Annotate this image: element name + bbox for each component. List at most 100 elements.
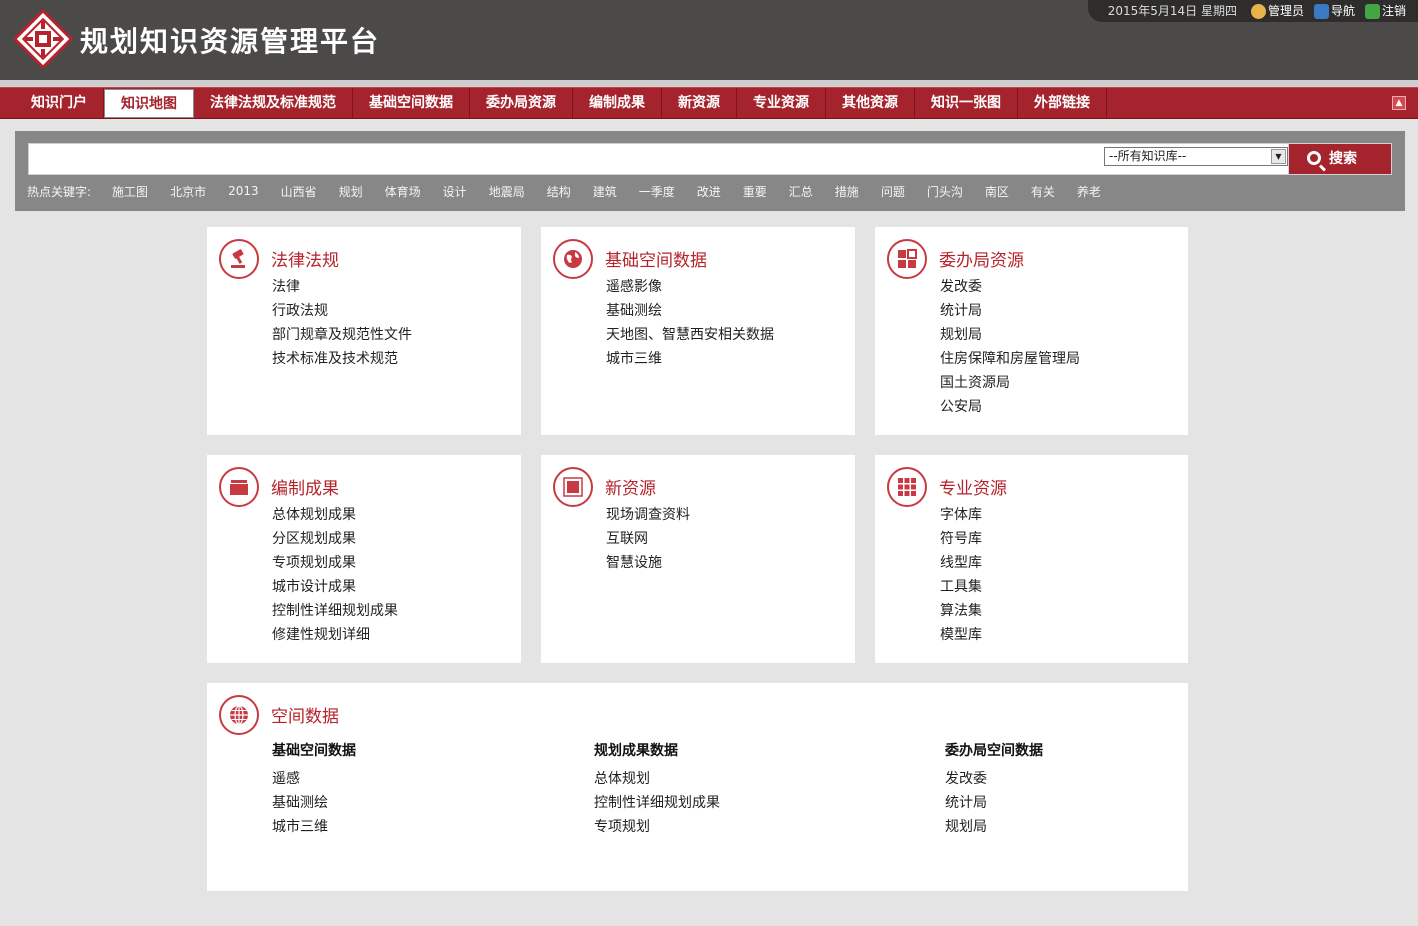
card-link[interactable]: 公安局 xyxy=(940,395,1080,419)
card-bureau-resources: 委办局资源 发改委 统计局 规划局 住房保障和房屋管理局 国土资源局 公安局 xyxy=(875,227,1188,435)
card-link[interactable]: 工具集 xyxy=(940,575,982,599)
nav-tab-base-spatial-data[interactable]: 基础空间数据 xyxy=(353,88,470,119)
user-label: 管理员 xyxy=(1267,4,1304,18)
hot-keyword[interactable]: 建筑 xyxy=(593,183,617,200)
card-link[interactable]: 规划局 xyxy=(945,815,1043,839)
nav-tab-portal[interactable]: 知识门户 xyxy=(15,88,104,119)
card-link[interactable]: 总体规划 xyxy=(594,767,720,791)
card-title[interactable]: 空间数据 xyxy=(271,702,339,727)
card-link[interactable]: 基础测绘 xyxy=(606,299,774,323)
card-link[interactable]: 模型库 xyxy=(940,623,982,647)
nav-tab-bureau-resources[interactable]: 委办局资源 xyxy=(470,88,573,119)
card-link[interactable]: 线型库 xyxy=(940,551,982,575)
hot-keywords: 热点关键字: 施工图 北京市 2013 山西省 规划 体育场 设计 地震局 结构… xyxy=(27,181,1112,201)
hot-keyword[interactable]: 门头沟 xyxy=(927,183,963,200)
card-base-spatial-data: 基础空间数据 遥感影像 基础测绘 天地图、智慧西安相关数据 城市三维 xyxy=(541,227,855,435)
hot-keyword[interactable]: 北京市 xyxy=(170,183,206,200)
hot-keyword[interactable]: 一季度 xyxy=(639,183,675,200)
card-link[interactable]: 智慧设施 xyxy=(606,551,690,575)
card-title[interactable]: 法律法规 xyxy=(271,246,339,271)
card-title[interactable]: 新资源 xyxy=(605,474,656,499)
card-title[interactable]: 委办局资源 xyxy=(939,246,1024,271)
collapse-up-icon[interactable]: ▲ xyxy=(1392,96,1406,110)
hot-keyword[interactable]: 措施 xyxy=(835,183,859,200)
hot-keyword[interactable]: 规划 xyxy=(339,183,363,200)
search-input[interactable] xyxy=(29,144,1089,174)
card-link[interactable]: 控制性详细规划成果 xyxy=(594,791,720,815)
card-link[interactable]: 城市三维 xyxy=(272,815,356,839)
nav-link[interactable]: 导航 xyxy=(1313,0,1355,22)
hot-keyword[interactable]: 山西省 xyxy=(281,183,317,200)
column-heading[interactable]: 基础空间数据 xyxy=(272,739,356,763)
nav-label: 导航 xyxy=(1330,4,1355,18)
card-link[interactable]: 互联网 xyxy=(606,527,690,551)
card-link[interactable]: 专项规划 xyxy=(594,815,720,839)
logout-link[interactable]: 注销 xyxy=(1364,0,1406,22)
hot-keyword[interactable]: 施工图 xyxy=(112,183,148,200)
top-status-bar: 2015年5月14日 星期四 管理员 导航 注销 xyxy=(1087,0,1418,22)
hot-keyword[interactable]: 有关 xyxy=(1031,183,1055,200)
card-link[interactable]: 统计局 xyxy=(945,791,1043,815)
hot-keyword[interactable]: 地震局 xyxy=(489,183,525,200)
card-link[interactable]: 统计局 xyxy=(940,299,1080,323)
logout-label: 注销 xyxy=(1381,4,1406,18)
card-compiled-results: 编制成果 总体规划成果 分区规划成果 专项规划成果 城市设计成果 控制性详细规划… xyxy=(207,455,521,663)
hot-keyword[interactable]: 设计 xyxy=(443,183,467,200)
card-link[interactable]: 发改委 xyxy=(945,767,1043,791)
card-title[interactable]: 编制成果 xyxy=(271,474,339,499)
hot-keyword[interactable]: 汇总 xyxy=(789,183,813,200)
card-link[interactable]: 遥感影像 xyxy=(606,275,774,299)
nav-tab-knowledge-map[interactable]: 知识地图 xyxy=(104,89,194,118)
card-link[interactable]: 遥感 xyxy=(272,767,356,791)
grid-icon xyxy=(887,467,927,507)
nav-tab-compiled-results[interactable]: 编制成果 xyxy=(573,88,662,119)
card-link[interactable]: 算法集 xyxy=(940,599,982,623)
card-link[interactable]: 专项规划成果 xyxy=(272,551,398,575)
folder-icon xyxy=(219,467,259,507)
card-link[interactable]: 现场调查资料 xyxy=(606,503,690,527)
card-link[interactable]: 城市设计成果 xyxy=(272,575,398,599)
card-link[interactable]: 住房保障和房屋管理局 xyxy=(940,347,1080,371)
header: 规划知识资源管理平台 2015年5月14日 星期四 管理员 导航 注销 xyxy=(0,0,1418,80)
card-link[interactable]: 控制性详细规划成果 xyxy=(272,599,398,623)
card-link[interactable]: 部门规章及规范性文件 xyxy=(272,323,412,347)
card-link[interactable]: 天地图、智慧西安相关数据 xyxy=(606,323,774,347)
card-link[interactable]: 行政法规 xyxy=(272,299,412,323)
search-button[interactable]: 搜索 xyxy=(1288,143,1392,175)
knowledge-base-select[interactable]: --所有知识库-- ▼ xyxy=(1104,147,1288,166)
card-link[interactable]: 分区规划成果 xyxy=(272,527,398,551)
nav-tab-new-resources[interactable]: 新资源 xyxy=(662,88,737,119)
card-title[interactable]: 基础空间数据 xyxy=(605,246,707,271)
nav-tab-external-links[interactable]: 外部链接 xyxy=(1018,88,1107,119)
hot-keyword[interactable]: 问题 xyxy=(881,183,905,200)
card-link[interactable]: 字体库 xyxy=(940,503,982,527)
card-link[interactable]: 法律 xyxy=(272,275,412,299)
card-link[interactable]: 基础测绘 xyxy=(272,791,356,815)
card-link[interactable]: 规划局 xyxy=(940,323,1080,347)
nav-tab-laws-standards[interactable]: 法律法规及标准规范 xyxy=(194,88,353,119)
card-link[interactable]: 符号库 xyxy=(940,527,982,551)
user-link[interactable]: 管理员 xyxy=(1250,0,1304,22)
hot-keyword[interactable]: 南区 xyxy=(985,183,1009,200)
nav-tab-knowledge-map-one[interactable]: 知识一张图 xyxy=(915,88,1018,119)
nav-tab-professional-resources[interactable]: 专业资源 xyxy=(737,88,826,119)
card-link[interactable]: 修建性规划详细 xyxy=(272,623,398,647)
card-link[interactable]: 国土资源局 xyxy=(940,371,1080,395)
nav-tab-other-resources[interactable]: 其他资源 xyxy=(826,88,915,119)
card-professional-resources: 专业资源 字体库 符号库 线型库 工具集 算法集 模型库 xyxy=(875,455,1188,663)
card-link[interactable]: 城市三维 xyxy=(606,347,774,371)
column-heading[interactable]: 规划成果数据 xyxy=(594,739,720,763)
card-link[interactable]: 发改委 xyxy=(940,275,1080,299)
card-title[interactable]: 专业资源 xyxy=(939,474,1007,499)
card-link[interactable]: 总体规划成果 xyxy=(272,503,398,527)
card-link[interactable]: 技术标准及技术规范 xyxy=(272,347,412,371)
hot-keyword[interactable]: 2013 xyxy=(228,184,259,198)
hot-keyword[interactable]: 改进 xyxy=(697,183,721,200)
column-heading[interactable]: 委办局空间数据 xyxy=(945,739,1043,763)
hot-keyword[interactable]: 体育场 xyxy=(385,183,421,200)
knowledge-base-selected: --所有知识库-- xyxy=(1109,149,1187,163)
hot-keyword[interactable]: 结构 xyxy=(547,183,571,200)
main-nav: 知识门户 知识地图 法律法规及标准规范 基础空间数据 委办局资源 编制成果 新资… xyxy=(0,87,1418,119)
hot-keyword[interactable]: 重要 xyxy=(743,183,767,200)
hot-keyword[interactable]: 养老 xyxy=(1077,183,1101,200)
